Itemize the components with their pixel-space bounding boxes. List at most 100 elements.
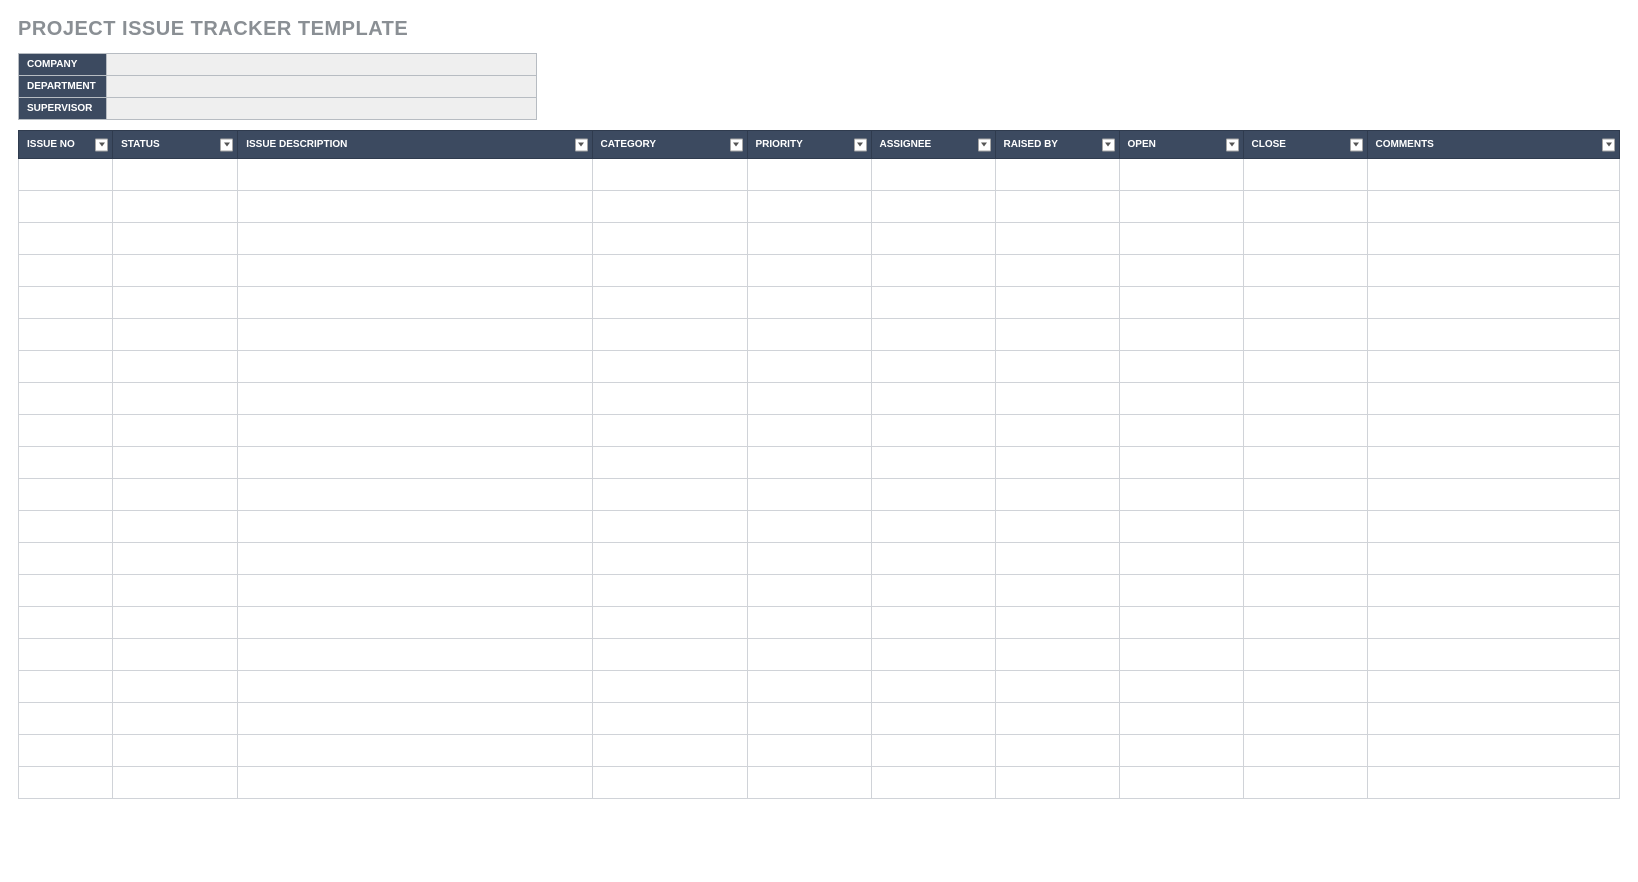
table-cell[interactable] [995,287,1119,319]
table-cell[interactable] [113,639,238,671]
table-cell[interactable] [238,447,592,479]
table-cell[interactable] [1243,479,1367,511]
col-header-open[interactable]: OPEN [1119,131,1243,159]
table-cell[interactable] [238,479,592,511]
company-value[interactable] [107,54,537,76]
table-cell[interactable] [1367,447,1619,479]
col-header-description[interactable]: ISSUE DESCRIPTION [238,131,592,159]
table-cell[interactable] [871,511,995,543]
table-cell[interactable] [995,543,1119,575]
table-cell[interactable] [1119,671,1243,703]
table-cell[interactable] [238,735,592,767]
col-header-comments[interactable]: COMMENTS [1367,131,1619,159]
table-cell[interactable] [238,415,592,447]
table-cell[interactable] [871,223,995,255]
table-cell[interactable] [871,319,995,351]
table-cell[interactable] [871,607,995,639]
table-cell[interactable] [113,607,238,639]
table-cell[interactable] [1367,735,1619,767]
table-cell[interactable] [592,543,747,575]
table-cell[interactable] [592,383,747,415]
filter-dropdown-icon[interactable] [575,138,588,151]
table-cell[interactable] [1367,383,1619,415]
table-cell[interactable] [113,191,238,223]
table-cell[interactable] [592,607,747,639]
table-cell[interactable] [19,447,113,479]
filter-dropdown-icon[interactable] [95,138,108,151]
table-cell[interactable] [19,511,113,543]
table-cell[interactable] [19,223,113,255]
table-cell[interactable] [1119,255,1243,287]
col-header-raised-by[interactable]: RAISED BY [995,131,1119,159]
table-cell[interactable] [1243,767,1367,799]
table-cell[interactable] [1367,543,1619,575]
table-cell[interactable] [871,383,995,415]
col-header-category[interactable]: CATEGORY [592,131,747,159]
table-cell[interactable] [113,223,238,255]
table-cell[interactable] [238,607,592,639]
table-cell[interactable] [1243,415,1367,447]
table-cell[interactable] [19,287,113,319]
table-cell[interactable] [1243,703,1367,735]
table-cell[interactable] [1367,639,1619,671]
table-cell[interactable] [238,191,592,223]
table-cell[interactable] [1119,639,1243,671]
table-cell[interactable] [19,255,113,287]
table-cell[interactable] [1243,159,1367,191]
table-cell[interactable] [238,767,592,799]
table-cell[interactable] [113,703,238,735]
table-cell[interactable] [19,383,113,415]
table-cell[interactable] [995,319,1119,351]
table-cell[interactable] [1119,575,1243,607]
table-cell[interactable] [19,575,113,607]
table-cell[interactable] [1367,479,1619,511]
table-cell[interactable] [871,703,995,735]
table-cell[interactable] [1243,639,1367,671]
table-cell[interactable] [592,159,747,191]
table-cell[interactable] [871,287,995,319]
table-cell[interactable] [592,351,747,383]
table-cell[interactable] [871,351,995,383]
table-cell[interactable] [747,319,871,351]
table-cell[interactable] [592,415,747,447]
table-cell[interactable] [592,223,747,255]
filter-dropdown-icon[interactable] [1350,138,1363,151]
table-cell[interactable] [592,479,747,511]
table-cell[interactable] [592,735,747,767]
table-cell[interactable] [1367,159,1619,191]
filter-dropdown-icon[interactable] [730,138,743,151]
table-cell[interactable] [238,511,592,543]
table-cell[interactable] [1243,383,1367,415]
table-cell[interactable] [1243,511,1367,543]
table-cell[interactable] [1243,671,1367,703]
supervisor-value[interactable] [107,98,537,120]
table-cell[interactable] [1243,735,1367,767]
table-cell[interactable] [1119,479,1243,511]
table-cell[interactable] [238,543,592,575]
table-cell[interactable] [19,319,113,351]
filter-dropdown-icon[interactable] [1226,138,1239,151]
table-cell[interactable] [19,479,113,511]
table-cell[interactable] [19,415,113,447]
table-cell[interactable] [747,735,871,767]
table-cell[interactable] [1367,287,1619,319]
table-cell[interactable] [747,191,871,223]
table-cell[interactable] [1119,383,1243,415]
table-cell[interactable] [113,287,238,319]
table-cell[interactable] [238,639,592,671]
filter-dropdown-icon[interactable] [1602,138,1615,151]
table-cell[interactable] [871,543,995,575]
table-cell[interactable] [592,191,747,223]
table-cell[interactable] [1367,415,1619,447]
table-cell[interactable] [1119,703,1243,735]
table-cell[interactable] [19,159,113,191]
table-cell[interactable] [995,607,1119,639]
table-cell[interactable] [1119,767,1243,799]
table-cell[interactable] [238,351,592,383]
table-cell[interactable] [995,447,1119,479]
table-cell[interactable] [747,255,871,287]
table-cell[interactable] [1119,511,1243,543]
table-cell[interactable] [747,159,871,191]
table-cell[interactable] [747,575,871,607]
table-cell[interactable] [1367,703,1619,735]
